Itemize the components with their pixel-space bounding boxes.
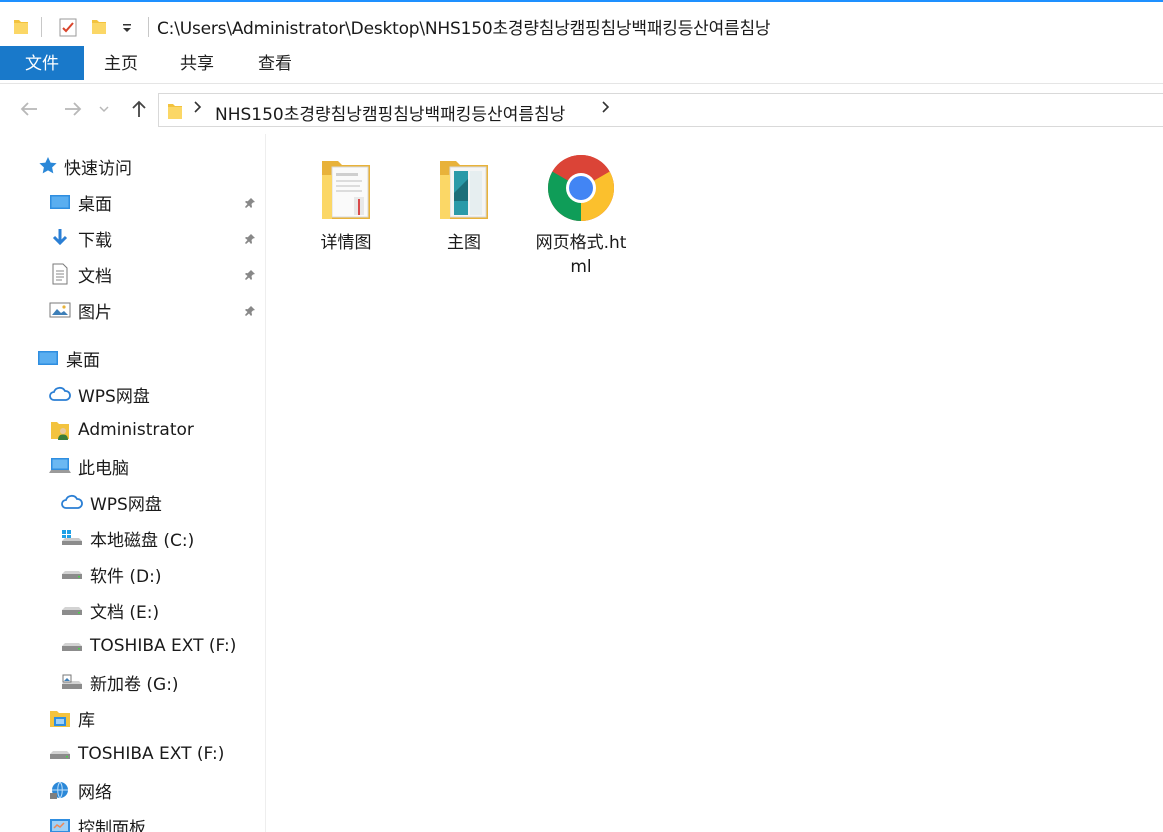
drive-icon: [60, 598, 84, 622]
file-view: 详情图 主图 网页格式.html: [266, 134, 1163, 832]
cloud-icon: [48, 382, 72, 406]
window-title: C:\Users\Administrator\Desktop\NHS150초경량…: [157, 19, 771, 39]
tree-toshiba-drive[interactable]: TOSHIBA EXT (F:): [48, 737, 224, 771]
properties-icon[interactable]: [58, 16, 78, 38]
user-folder-icon: [48, 418, 72, 442]
tree-item-label: 快速访问: [64, 158, 132, 179]
tree-drive-d[interactable]: 软件 (D:): [60, 557, 162, 591]
chevron-down-icon: [99, 106, 109, 113]
forward-arrow-icon: [65, 102, 82, 116]
folder-icon[interactable]: [12, 16, 30, 36]
windows-drive-icon: [60, 526, 84, 550]
tree-network[interactable]: 网络: [48, 773, 112, 807]
file-item-folder[interactable]: 主图: [414, 148, 514, 255]
tree-item-label: Administrator: [78, 420, 194, 440]
new-folder-icon[interactable]: [90, 16, 108, 36]
folder-icon: [167, 102, 183, 124]
drive-icon: [60, 562, 84, 586]
drive-icon: [60, 634, 84, 658]
tree-control-panel[interactable]: 控制面板: [48, 809, 146, 832]
navigation-bar: NHS150초경량침낭캠핑침낭백패킹등산여름침낭: [0, 84, 1163, 134]
tree-item-label: 桌面: [78, 194, 112, 215]
up-arrow-icon: [132, 100, 146, 117]
back-arrow-icon: [20, 102, 37, 116]
tab-share[interactable]: 共享: [164, 46, 230, 80]
tree-quick-access[interactable]: 快速访问: [38, 149, 132, 183]
tree-item-label: 图片: [78, 302, 112, 323]
tree-item-documents[interactable]: 文档: [48, 257, 112, 291]
tree-drive-c[interactable]: 本地磁盘 (C:): [60, 521, 194, 555]
breadcrumb-chevron-icon[interactable]: [193, 100, 203, 118]
pictures-icon: [48, 298, 72, 322]
control-panel-icon: [48, 814, 72, 832]
tree-item-label: 本地磁盘 (C:): [90, 530, 195, 551]
tree-this-pc[interactable]: 此电脑: [48, 449, 129, 483]
up-button[interactable]: [126, 94, 152, 124]
desktop-icon: [48, 190, 72, 214]
folder-icon: [296, 148, 396, 228]
ribbon-tabs: 文件 主页 共享 查看: [0, 46, 1163, 84]
recent-locations-button[interactable]: [96, 94, 112, 124]
tree-item-label: WPS网盘: [90, 494, 162, 515]
folder-icon: [414, 148, 514, 228]
tree-drive-g[interactable]: 新加卷 (G:): [60, 665, 179, 699]
tree-item-label: 网络: [78, 782, 112, 803]
tree-item-label: 新加卷 (G:): [90, 674, 179, 695]
tree-drive-f[interactable]: TOSHIBA EXT (F:): [60, 629, 236, 663]
tree-item-label: 控制面板: [78, 818, 146, 832]
toolbar-separator: [41, 17, 42, 37]
chrome-icon: [531, 148, 631, 228]
breadcrumb-current-folder[interactable]: NHS150초경량침낭캠핑침낭백패킹등산여름침낭: [215, 100, 565, 125]
tree-pc-wps-cloud[interactable]: WPS网盘: [60, 485, 162, 519]
toolbar-separator: [148, 17, 149, 37]
tree-item-label: 文档: [78, 266, 112, 287]
drive-icon: [60, 670, 84, 694]
tree-item-label: 下载: [78, 230, 112, 251]
download-icon: [48, 226, 72, 250]
tab-home[interactable]: 主页: [88, 46, 154, 80]
drive-icon: [48, 742, 72, 766]
title-bar: C:\Users\Administrator\Desktop\NHS150초경량…: [0, 0, 1163, 46]
star-icon: [38, 154, 58, 178]
file-item-html[interactable]: 网页格式.html: [531, 148, 631, 279]
network-icon: [48, 778, 72, 802]
navigation-pane: 快速访问 桌面 下载 文档 图片 桌面 WPS网盘 Administrator …: [0, 134, 266, 832]
tab-file[interactable]: 文件: [0, 46, 84, 80]
document-icon: [48, 262, 72, 286]
tree-item-label: 文档 (E:): [90, 602, 160, 623]
file-item-folder[interactable]: 详情图: [296, 148, 396, 255]
computer-icon: [48, 454, 72, 478]
file-name: 网页格式.html: [535, 233, 627, 277]
tree-item-downloads[interactable]: 下载: [48, 221, 112, 255]
forward-button[interactable]: [60, 94, 86, 124]
back-button[interactable]: [16, 94, 42, 124]
pin-icon[interactable]: [242, 193, 260, 211]
tree-item-label: TOSHIBA EXT (F:): [90, 636, 237, 656]
library-icon: [48, 706, 72, 730]
tree-item-label: WPS网盘: [78, 386, 150, 407]
pin-icon[interactable]: [242, 265, 260, 283]
cloud-icon: [60, 490, 84, 514]
address-bar[interactable]: NHS150초경량침낭캠핑침낭백패킹등산여름침낭: [158, 93, 1163, 127]
tree-item-label: 软件 (D:): [90, 566, 162, 587]
tree-item-label: 库: [78, 710, 95, 731]
customize-dropdown-icon[interactable]: [118, 18, 136, 38]
desktop-icon: [36, 346, 60, 370]
breadcrumb-chevron-icon[interactable]: [601, 100, 611, 118]
tree-user-folder[interactable]: Administrator: [48, 413, 194, 447]
file-name: 详情图: [320, 233, 372, 253]
pin-icon[interactable]: [242, 229, 260, 247]
tree-item-label: 桌面: [66, 350, 100, 371]
tree-wps-cloud[interactable]: WPS网盘: [48, 377, 150, 411]
file-name: 主图: [447, 233, 481, 253]
pin-icon[interactable]: [242, 301, 260, 319]
tree-desktop[interactable]: 桌面: [36, 341, 100, 375]
tab-view[interactable]: 查看: [242, 46, 308, 80]
tree-item-pictures[interactable]: 图片: [48, 293, 112, 327]
tree-item-desktop-pinned[interactable]: 桌面: [48, 185, 112, 219]
tree-libraries[interactable]: 库: [48, 701, 95, 735]
tree-drive-e[interactable]: 文档 (E:): [60, 593, 159, 627]
tree-item-label: 此电脑: [78, 458, 129, 479]
tree-item-label: TOSHIBA EXT (F:): [78, 744, 225, 764]
